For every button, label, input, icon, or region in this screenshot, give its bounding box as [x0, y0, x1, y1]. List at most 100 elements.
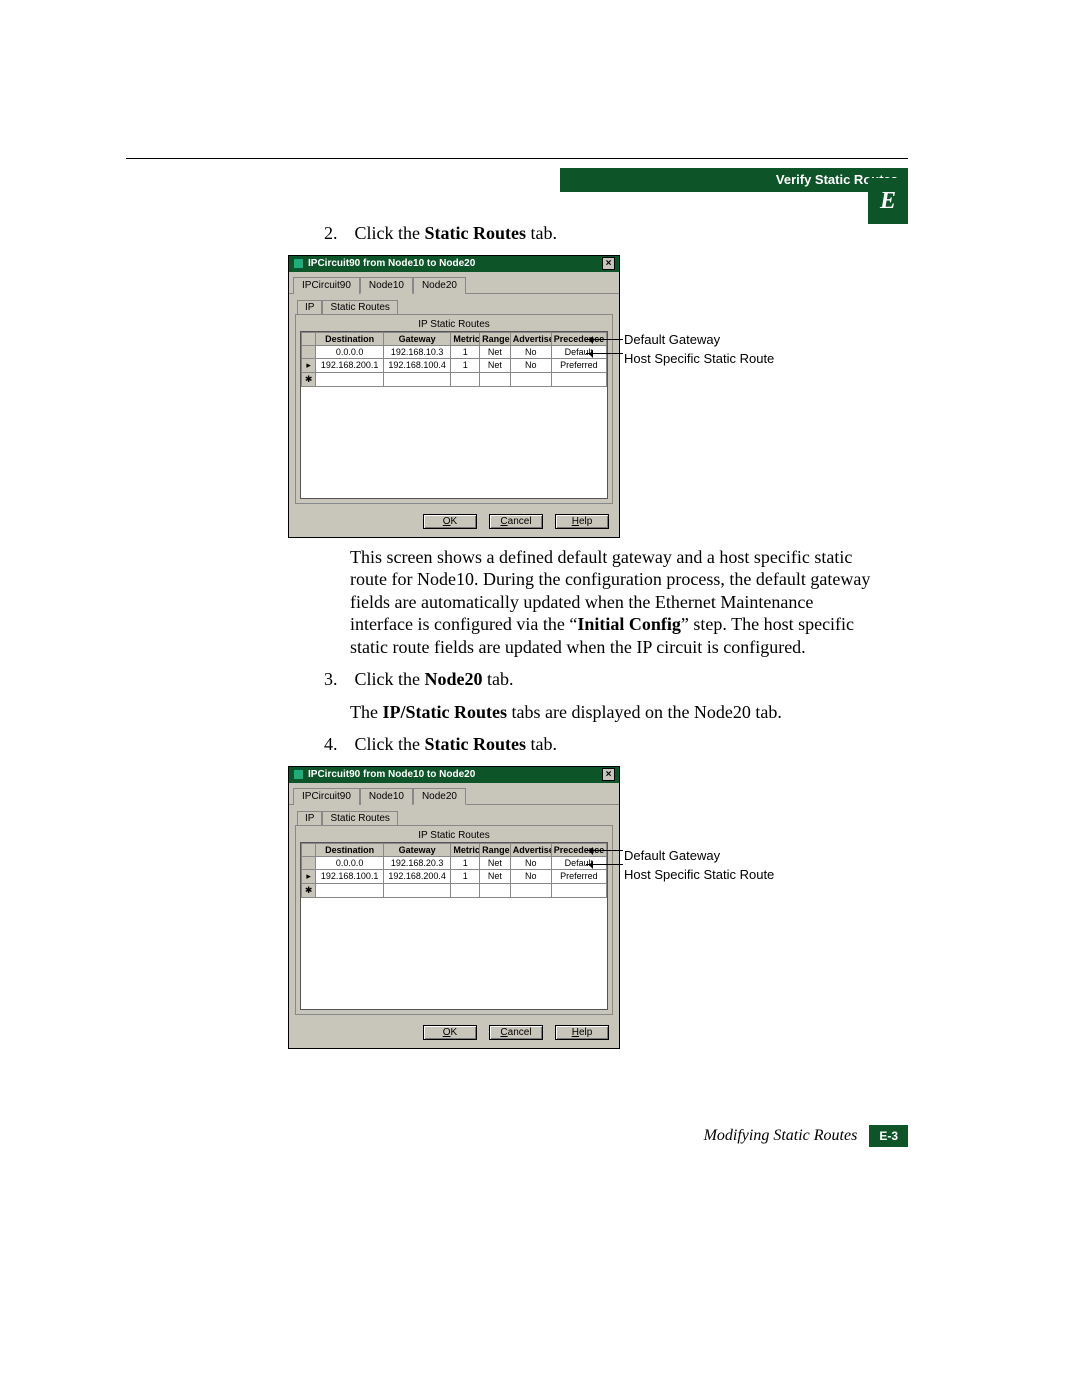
callout-arrow-2: [586, 353, 623, 354]
cancel-button[interactable]: Cancel: [489, 1025, 543, 1040]
dialog-window: IPCircuit90 from Node10 to Node20 × IPCi…: [288, 255, 620, 538]
grid-title: IP Static Routes: [300, 319, 608, 330]
tab-ipcircuit90[interactable]: IPCircuit90: [293, 788, 360, 805]
cell-range[interactable]: Net: [480, 345, 511, 358]
tab-node20[interactable]: Node20: [413, 788, 466, 805]
subtab-ip[interactable]: IP: [297, 811, 322, 825]
cell-gateway[interactable]: 192.168.100.4: [383, 358, 451, 372]
step-bold: Static Routes: [425, 734, 527, 754]
cancel-button[interactable]: Cancel: [489, 514, 543, 529]
dialog-title: IPCircuit90 from Node10 to Node20: [308, 769, 602, 780]
help-button[interactable]: Help: [555, 514, 609, 529]
grid-row[interactable]: ▸ 192.168.100.1 192.168.200.4 1 Net No P…: [302, 869, 607, 883]
step-text: tab.: [526, 734, 557, 754]
cell-destination[interactable]: 192.168.200.1: [316, 358, 384, 372]
cell-precedence[interactable]: Default: [551, 345, 606, 358]
col-range[interactable]: Range: [480, 843, 511, 856]
subtab-static-routes[interactable]: Static Routes: [322, 811, 397, 825]
callout-arrow-2: [586, 864, 623, 865]
step-3: 3. Click the Node20 tab.: [324, 668, 876, 691]
col-metric[interactable]: Metric: [451, 332, 480, 345]
close-icon[interactable]: ×: [602, 768, 615, 781]
callout-arrow-1: [586, 850, 623, 851]
row-selector[interactable]: ✱: [302, 372, 316, 386]
col-range[interactable]: Range: [480, 332, 511, 345]
step-2: 2. Click the Static Routes tab.: [324, 222, 876, 245]
grid-title: IP Static Routes: [300, 830, 608, 841]
tab-node20[interactable]: Node20: [413, 277, 466, 294]
cell-advertise[interactable]: No: [510, 856, 551, 869]
cell-metric[interactable]: 1: [451, 869, 480, 883]
main-content: 2. Click the Static Routes tab. IPCircui…: [324, 222, 876, 1057]
header-rule: [126, 158, 908, 159]
cell-destination[interactable]: 192.168.100.1: [316, 869, 384, 883]
step-text: Click the: [355, 669, 425, 689]
cell-range[interactable]: Net: [480, 856, 511, 869]
cell-destination[interactable]: 0.0.0.0: [316, 345, 384, 358]
close-icon[interactable]: ×: [602, 257, 615, 270]
subtab-static-routes[interactable]: Static Routes: [322, 300, 397, 314]
app-icon: [293, 258, 304, 269]
col-advertise[interactable]: Advertise: [510, 332, 551, 345]
help-button[interactable]: Help: [555, 1025, 609, 1040]
cell-advertise[interactable]: No: [510, 345, 551, 358]
dialog-window: IPCircuit90 from Node10 to Node20 × IPCi…: [288, 766, 620, 1049]
col-gateway[interactable]: Gateway: [383, 332, 451, 345]
cell-gateway[interactable]: 192.168.10.3: [383, 345, 451, 358]
step-number: 4.: [324, 733, 350, 756]
grid-header-row: Destination Gateway Metric Range Adverti…: [302, 332, 607, 345]
cell-range[interactable]: Net: [480, 358, 511, 372]
dialog-panel: IP Static Routes Destination Gateway Met…: [295, 314, 613, 504]
ok-button[interactable]: OK: [423, 514, 477, 529]
footer-page-number: E-3: [869, 1125, 908, 1147]
grid-frame: Destination Gateway Metric Range Adverti…: [300, 842, 608, 1010]
sub-tab-row: IP Static Routes: [289, 294, 619, 314]
row-selector[interactable]: [302, 345, 316, 358]
cell-advertise[interactable]: No: [510, 869, 551, 883]
step-text: tab.: [526, 223, 557, 243]
cell-precedence[interactable]: Preferred: [551, 869, 606, 883]
step-4: 4. Click the Static Routes tab.: [324, 733, 876, 756]
main-tab-row: IPCircuit90 Node10 Node20: [289, 272, 619, 294]
grid-row-new[interactable]: ✱: [302, 883, 607, 897]
cell-gateway[interactable]: 192.168.200.4: [383, 869, 451, 883]
routes-grid: Destination Gateway Metric Range Adverti…: [301, 843, 607, 898]
appendix-tab: E: [868, 178, 908, 224]
grid-row[interactable]: 0.0.0.0 192.168.20.3 1 Net No Default: [302, 856, 607, 869]
step-number: 2.: [324, 222, 350, 245]
app-icon: [293, 769, 304, 780]
cell-precedence[interactable]: Preferred: [551, 358, 606, 372]
cell-metric[interactable]: 1: [451, 856, 480, 869]
col-destination[interactable]: Destination: [316, 843, 384, 856]
cell-range[interactable]: Net: [480, 869, 511, 883]
row-selector[interactable]: ▸: [302, 869, 316, 883]
col-advertise[interactable]: Advertise: [510, 843, 551, 856]
col-gateway[interactable]: Gateway: [383, 843, 451, 856]
cell-metric[interactable]: 1: [451, 358, 480, 372]
dialog-title: IPCircuit90 from Node10 to Node20: [308, 258, 602, 269]
callout-default-gateway: Default Gateway: [624, 332, 720, 347]
ok-button[interactable]: OK: [423, 1025, 477, 1040]
tab-node10[interactable]: Node10: [360, 277, 413, 294]
col-metric[interactable]: Metric: [451, 843, 480, 856]
grid-row[interactable]: 0.0.0.0 192.168.10.3 1 Net No Default: [302, 345, 607, 358]
cell-metric[interactable]: 1: [451, 345, 480, 358]
col-destination[interactable]: Destination: [316, 332, 384, 345]
tab-ipcircuit90[interactable]: IPCircuit90: [293, 277, 360, 294]
cell-gateway[interactable]: 192.168.20.3: [383, 856, 451, 869]
callout-host-specific: Host Specific Static Route: [624, 351, 774, 366]
row-selector[interactable]: [302, 856, 316, 869]
row-selector[interactable]: ✱: [302, 883, 316, 897]
dialog-panel: IP Static Routes Destination Gateway Met…: [295, 825, 613, 1015]
page-footer: Modifying Static Routes E-3: [704, 1125, 908, 1147]
step-bold: Static Routes: [425, 223, 527, 243]
cell-advertise[interactable]: No: [510, 358, 551, 372]
grid-row[interactable]: ▸ 192.168.200.1 192.168.100.4 1 Net No P…: [302, 358, 607, 372]
tab-node10[interactable]: Node10: [360, 788, 413, 805]
main-tab-row: IPCircuit90 Node10 Node20: [289, 783, 619, 805]
row-selector[interactable]: ▸: [302, 358, 316, 372]
subtab-ip[interactable]: IP: [297, 300, 322, 314]
cell-precedence[interactable]: Default: [551, 856, 606, 869]
cell-destination[interactable]: 0.0.0.0: [316, 856, 384, 869]
grid-row-new[interactable]: ✱: [302, 372, 607, 386]
